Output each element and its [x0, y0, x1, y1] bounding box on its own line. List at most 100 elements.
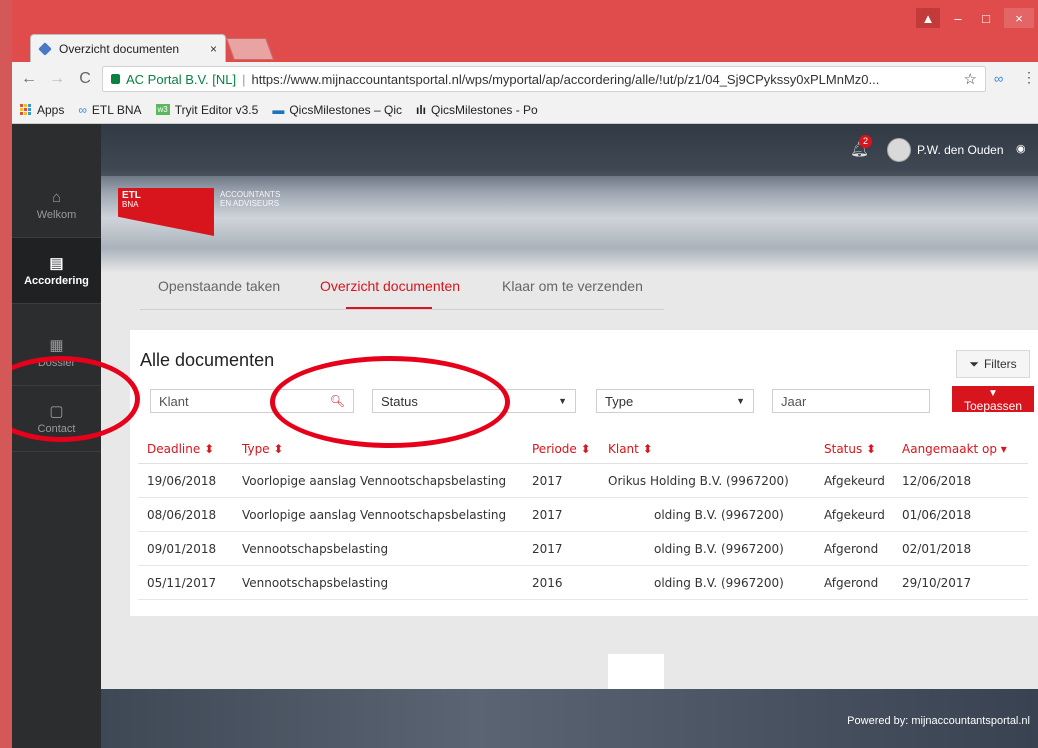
logo-brand-sub: BNA: [122, 200, 139, 209]
sidebar-item-contact[interactable]: ▢ Contact: [12, 386, 101, 452]
logo-tagline: ACCOUNTANTS EN ADVISEURS: [220, 190, 280, 208]
apps-grid-icon: [20, 104, 31, 115]
cell-periode: 2016: [532, 576, 563, 590]
jaar-input[interactable]: Jaar: [772, 389, 930, 413]
klant-placeholder: Klant: [159, 393, 189, 409]
table-row[interactable]: 05/11/2017 Vennootschapsbelasting 2016 o…: [138, 566, 1028, 600]
browser-menu-icon[interactable]: ⋮: [1022, 69, 1036, 86]
logo-tagline-2: EN ADVISEURS: [220, 199, 280, 208]
cell-aangemaakt-op: 02/01/2018: [902, 542, 972, 556]
cell-status: Afgerond: [824, 542, 879, 556]
bookmark-label: QicsMilestones – Qic: [289, 102, 403, 117]
cell-deadline: 09/01/2018: [147, 542, 217, 556]
jaar-placeholder: Jaar: [781, 393, 807, 409]
cell-type: Voorlopige aanslag Vennootschapsbelastin…: [242, 508, 507, 522]
tab-close-icon[interactable]: ×: [210, 42, 217, 56]
eye-icon[interactable]: ◉: [1016, 142, 1026, 155]
sidebar-item-dossier[interactable]: ▦ Dossier: [12, 320, 101, 386]
cell-deadline: 08/06/2018: [147, 508, 217, 522]
page-footer: Powered by: mijnaccountantsportal.nl: [101, 689, 1038, 748]
status-select[interactable]: Status ▼: [372, 389, 576, 413]
address-bar[interactable]: AC Portal B.V. [NL] | https://www.mijnac…: [102, 66, 986, 92]
forward-button[interactable]: →: [46, 70, 68, 88]
cell-aangemaakt-op: 01/06/2018: [902, 508, 972, 522]
document-icon: ▤: [49, 255, 64, 272]
sidebar-item-label: Dossier: [37, 357, 76, 369]
lock-icon: [111, 74, 120, 84]
sidebar-item-welkom[interactable]: ⌂ Welkom: [12, 172, 101, 238]
apply-filters-button[interactable]: ▼ Toepassen: [952, 386, 1034, 412]
apply-label: Toepassen: [963, 399, 1023, 412]
cell-type: Vennootschapsbelasting: [242, 542, 389, 556]
maximize-icon[interactable]: □: [974, 8, 998, 28]
cell-periode: 2017: [532, 508, 563, 522]
table-row[interactable]: 08/06/2018 Voorlopige aanslag Vennootsch…: [138, 498, 1028, 532]
bar-chart-icon: ılı: [416, 102, 427, 117]
bookmark-etl-bna[interactable]: ∞ ETL BNA: [78, 103, 141, 117]
page-title: Alle documenten: [140, 350, 275, 370]
column-header-periode[interactable]: Periode ⬍: [532, 442, 591, 456]
cell-status: Afgekeurd: [824, 474, 885, 488]
column-header-type[interactable]: Type ⬍: [242, 442, 283, 456]
chat-icon: ▢: [49, 403, 64, 420]
bookmark-label: QicsMilestones - Po: [431, 102, 538, 117]
reload-button[interactable]: C: [74, 70, 96, 88]
tab-openstaande-taken[interactable]: Openstaande taken: [158, 278, 280, 294]
cell-status: Afgerond: [824, 576, 879, 590]
bookmark-apps[interactable]: Apps: [20, 103, 64, 117]
minimize-icon[interactable]: –: [946, 8, 970, 28]
cell-klant: olding B.V. (9967200): [654, 508, 784, 522]
cell-klant: Orikus Holding B.V. (9967200): [608, 474, 789, 488]
sidebar: ⌂ Welkom ▤ Accordering ▦ Dossier ▢ Conta…: [12, 124, 101, 748]
avatar[interactable]: [887, 138, 911, 162]
cell-aangemaakt-op: 12/06/2018: [902, 474, 972, 488]
powered-by-text[interactable]: Powered by: mijnaccountantsportal.nl: [847, 715, 1030, 727]
cell-klant: olding B.V. (9967200): [654, 542, 784, 556]
filters-button[interactable]: ⏷ Filters: [956, 350, 1030, 378]
column-header-klant[interactable]: Klant ⬍: [608, 442, 653, 456]
close-window-icon[interactable]: ×: [1004, 8, 1034, 28]
title-bar: Overzicht documenten × ▲ – □ ×: [12, 0, 1038, 62]
table-header: Deadline ⬍ Type ⬍ Periode ⬍ Klant ⬍ Stat…: [138, 434, 1028, 464]
portal-page: 🔔︎ 2 P.W. den Ouden ◉ ETL BNA ACCOUNTANT…: [12, 124, 1038, 748]
documents-card: Alle documenten ⏷ Filters Klant 🔍︎ Statu…: [130, 330, 1038, 616]
search-icon[interactable]: 🔍︎: [330, 394, 345, 408]
bookmark-star-icon[interactable]: ☆: [964, 70, 977, 88]
cell-aangemaakt-op: 29/10/2017: [902, 576, 972, 590]
user-name[interactable]: P.W. den Ouden: [917, 143, 1004, 157]
column-header-deadline[interactable]: Deadline ⬍: [147, 442, 214, 456]
cell-type: Voorlopige aanslag Vennootschapsbelastin…: [242, 474, 507, 488]
extension-glasses-icon[interactable]: ∞: [994, 71, 1003, 86]
funnel-icon: ⏷: [969, 356, 979, 371]
cell-klant: olding B.V. (9967200): [654, 576, 784, 590]
cell-status: Afgekeurd: [824, 508, 885, 522]
tab-klaar-om-te-verzenden[interactable]: Klaar om te verzenden: [502, 278, 643, 294]
back-button[interactable]: ←: [18, 70, 40, 88]
cell-periode: 2017: [532, 542, 563, 556]
cell-type: Vennootschapsbelasting: [242, 576, 389, 590]
notification-badge: 2: [859, 135, 872, 148]
page-tabs: Openstaande taken Overzicht documenten K…: [140, 264, 664, 310]
column-header-aangemaakt-op[interactable]: Aangemaakt op ▾: [902, 442, 1007, 456]
tab-title: Overzicht documenten: [59, 41, 180, 56]
sidebar-item-accordering[interactable]: ▤ Accordering: [12, 238, 101, 304]
bookmark-tryit[interactable]: w3 Tryit Editor v3.5: [155, 102, 259, 117]
bookmark-qics-1[interactable]: ▬ QicsMilestones – Qic: [272, 103, 402, 117]
tab-overzicht-documenten[interactable]: Overzicht documenten: [320, 278, 460, 294]
column-header-status[interactable]: Status ⬍: [824, 442, 876, 456]
browser-tab[interactable]: Overzicht documenten ×: [30, 34, 226, 62]
sidebar-item-label: Welkom: [36, 208, 77, 221]
table-row[interactable]: 09/01/2018 Vennootschapsbelasting 2017 o…: [138, 532, 1028, 566]
monitor-icon: ▬: [272, 102, 285, 117]
profile-icon[interactable]: ▲: [916, 8, 940, 28]
table-row[interactable]: 19/06/2018 Voorlopige aanslag Vennootsch…: [138, 464, 1028, 498]
portal-favicon-icon: [38, 41, 52, 56]
bookmarks-bar: Apps ∞ ETL BNA w3 Tryit Editor v3.5 ▬ Qi…: [12, 96, 1038, 124]
bookmark-label: Tryit Editor v3.5: [174, 102, 259, 117]
filters-label: Filters: [983, 357, 1017, 371]
bookmark-qics-2[interactable]: ılı QicsMilestones - Po: [416, 103, 538, 117]
type-select[interactable]: Type ▼: [596, 389, 754, 413]
new-tab-button[interactable]: [225, 38, 275, 60]
klant-search-input[interactable]: Klant 🔍︎: [150, 389, 354, 413]
browser-toolbar: ← → C AC Portal B.V. [NL] | https://www.…: [12, 62, 1038, 96]
